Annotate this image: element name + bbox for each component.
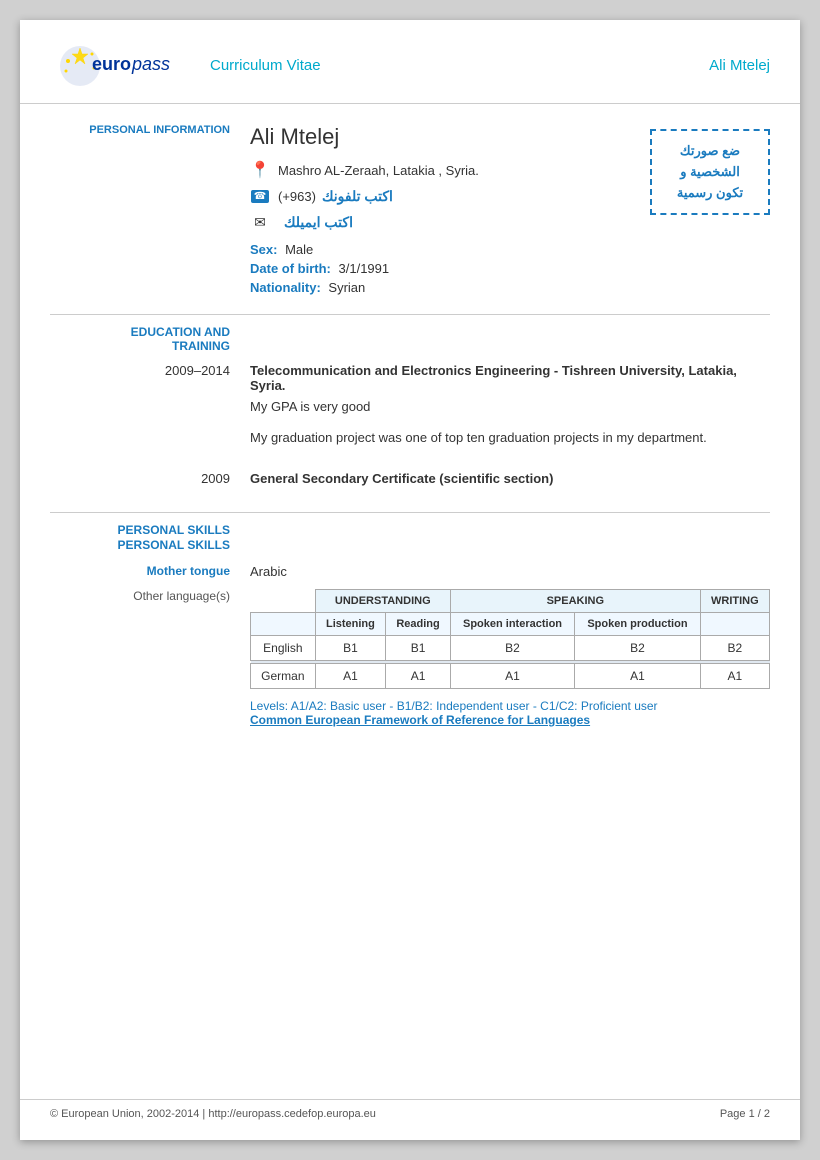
lang-empty-header xyxy=(251,590,316,613)
address-row: 📍 Mashro AL-Zeraah, Latakia , Syria. xyxy=(250,160,630,180)
phone-row: ☎ (+963) اكتب تلفونك xyxy=(250,186,630,206)
spoken-interaction-subheader: Spoken interaction xyxy=(450,613,574,636)
photo-placeholder-line2: تكون رسمية xyxy=(667,183,753,204)
svg-text:euro: euro xyxy=(92,54,131,74)
sex-value: Male xyxy=(285,242,313,257)
education-label: EDUCATION AND TRAINING xyxy=(50,325,250,353)
understanding-header: UNDERSTANDING xyxy=(315,590,450,613)
mother-tongue-value: Arabic xyxy=(250,564,770,579)
europass-logo: euro pass xyxy=(50,38,180,93)
english-writing: B2 xyxy=(700,636,769,661)
footer-copyright: © European Union, 2002-2014 | http://eur… xyxy=(50,1108,376,1120)
location-icon: 📍 xyxy=(250,160,270,180)
phone-placeholder: اكتب تلفونك xyxy=(322,188,393,205)
listening-subheader: Listening xyxy=(315,613,386,636)
divider-2 xyxy=(50,512,770,513)
phone-prefix: (+963) xyxy=(278,189,316,204)
edu-title-1: Telecommunication and Electronics Engine… xyxy=(250,363,770,393)
personal-skills-empty: PERSONAL SKILLS xyxy=(50,537,250,552)
personal-info-content: Ali Mtelej 📍 Mashro AL-Zeraah, Latakia ,… xyxy=(250,124,770,299)
dob-row: Date of birth: 3/1/1991 xyxy=(250,261,630,276)
svg-text:pass: pass xyxy=(131,54,170,74)
education-spacer xyxy=(250,325,770,353)
sex-row: Sex: Male xyxy=(250,242,630,257)
mother-tongue-row: Mother tongue Arabic xyxy=(50,564,770,579)
german-spoken-interaction: A1 xyxy=(450,664,574,689)
ps-spacer xyxy=(250,537,770,552)
footer: © European Union, 2002-2014 | http://eur… xyxy=(20,1099,800,1120)
full-name: Ali Mtelej xyxy=(250,124,630,150)
german-label: German xyxy=(251,664,316,689)
german-listening: A1 xyxy=(315,664,386,689)
german-reading: A1 xyxy=(386,664,451,689)
nationality-value: Syrian xyxy=(328,280,365,295)
email-placeholder: اكتب ايميلك xyxy=(284,214,353,231)
reading-subheader: Reading xyxy=(386,613,451,636)
language-table: UNDERSTANDING SPEAKING WRITING Listening… xyxy=(250,589,770,689)
nationality-label: Nationality: xyxy=(250,280,321,295)
personal-skills-heading-row: PERSONAL SKILLS xyxy=(50,537,770,552)
english-listening: B1 xyxy=(315,636,386,661)
personal-information-section: PERSONAL INFORMATION Ali Mtelej 📍 Mashro… xyxy=(50,124,770,299)
logo-area: euro pass xyxy=(50,38,180,93)
writing-subheader xyxy=(700,613,769,636)
english-spoken-interaction: B2 xyxy=(450,636,574,661)
lang-table-subheader-row: Listening Reading Spoken interaction Spo… xyxy=(251,613,770,636)
sex-label: Sex: xyxy=(250,242,277,257)
edu-year-1: 2009–2014 xyxy=(50,363,250,451)
english-spoken-production: B2 xyxy=(575,636,701,661)
levels-link[interactable]: Common European Framework of Reference f… xyxy=(250,713,770,727)
dob-label: Date of birth: xyxy=(250,261,331,276)
german-spoken-production: A1 xyxy=(575,664,701,689)
personal-skills-heading: PERSONAL SKILLS xyxy=(50,523,770,537)
photo-placeholder: ضع صورتك الشخصية و تكون رسمية xyxy=(650,129,770,215)
writing-header: WRITING xyxy=(700,590,769,613)
english-row: English B1 B1 B2 B2 B2 xyxy=(251,636,770,661)
header-candidate-name: Ali Mtelej xyxy=(709,57,770,74)
dob-value: 3/1/1991 xyxy=(339,261,390,276)
german-row: German A1 A1 A1 A1 A1 xyxy=(251,664,770,689)
education-header: EDUCATION AND TRAINING xyxy=(50,325,770,353)
edu-year-2: 2009 xyxy=(50,471,250,492)
lang-name-header xyxy=(251,613,316,636)
footer-page: Page 1 / 2 xyxy=(720,1108,770,1120)
header: euro pass Curriculum Vitae Ali Mtelej xyxy=(20,20,800,104)
english-reading: B1 xyxy=(386,636,451,661)
phone-icon: ☎ xyxy=(250,186,270,206)
header-right: Curriculum Vitae Ali Mtelej xyxy=(180,57,770,74)
divider-1 xyxy=(50,314,770,315)
email-row: ✉ اكتب ايميلك xyxy=(250,212,630,232)
edu-entry-2: 2009 General Secondary Certificate (scie… xyxy=(50,471,770,492)
spoken-production-subheader: Spoken production xyxy=(575,613,701,636)
other-languages-label: Other language(s) xyxy=(50,589,250,727)
edu-details-1: Telecommunication and Electronics Engine… xyxy=(250,363,770,451)
english-label: English xyxy=(251,636,316,661)
nationality-row: Nationality: Syrian xyxy=(250,280,630,295)
personal-skills-label-text: PERSONAL SKILLS xyxy=(118,538,230,552)
edu-note-1-1: My graduation project was one of top ten… xyxy=(250,430,770,445)
lang-table-header-row: UNDERSTANDING SPEAKING WRITING xyxy=(251,590,770,613)
edu-details-2: General Secondary Certificate (scientifi… xyxy=(250,471,770,492)
mother-tongue-label: Mother tongue xyxy=(50,564,250,579)
personal-skills-label: PERSONAL SKILLS xyxy=(50,523,250,537)
cv-title: Curriculum Vitae xyxy=(210,57,321,74)
personal-info-label: PERSONAL INFORMATION xyxy=(50,124,250,299)
content: PERSONAL INFORMATION Ali Mtelej 📍 Mashro… xyxy=(20,104,800,757)
email-icon: ✉ xyxy=(250,212,270,232)
edu-note-1-0: My GPA is very good xyxy=(250,399,770,414)
photo-placeholder-line1: ضع صورتك الشخصية و xyxy=(667,141,753,183)
edu-title-2: General Secondary Certificate (scientifi… xyxy=(250,471,770,486)
speaking-header: SPEAKING xyxy=(450,590,700,613)
other-languages-row: Other language(s) UNDERSTANDING SPEAKING… xyxy=(50,589,770,727)
cv-page: euro pass Curriculum Vitae Ali Mtelej PE… xyxy=(20,20,800,1140)
levels-note: Levels: A1/A2: Basic user - B1/B2: Indep… xyxy=(250,699,770,713)
german-writing: A1 xyxy=(700,664,769,689)
edu-entry-1: 2009–2014 Telecommunication and Electron… xyxy=(50,363,770,451)
language-table-container: UNDERSTANDING SPEAKING WRITING Listening… xyxy=(250,589,770,727)
address-text: Mashro AL-Zeraah, Latakia , Syria. xyxy=(278,163,479,178)
